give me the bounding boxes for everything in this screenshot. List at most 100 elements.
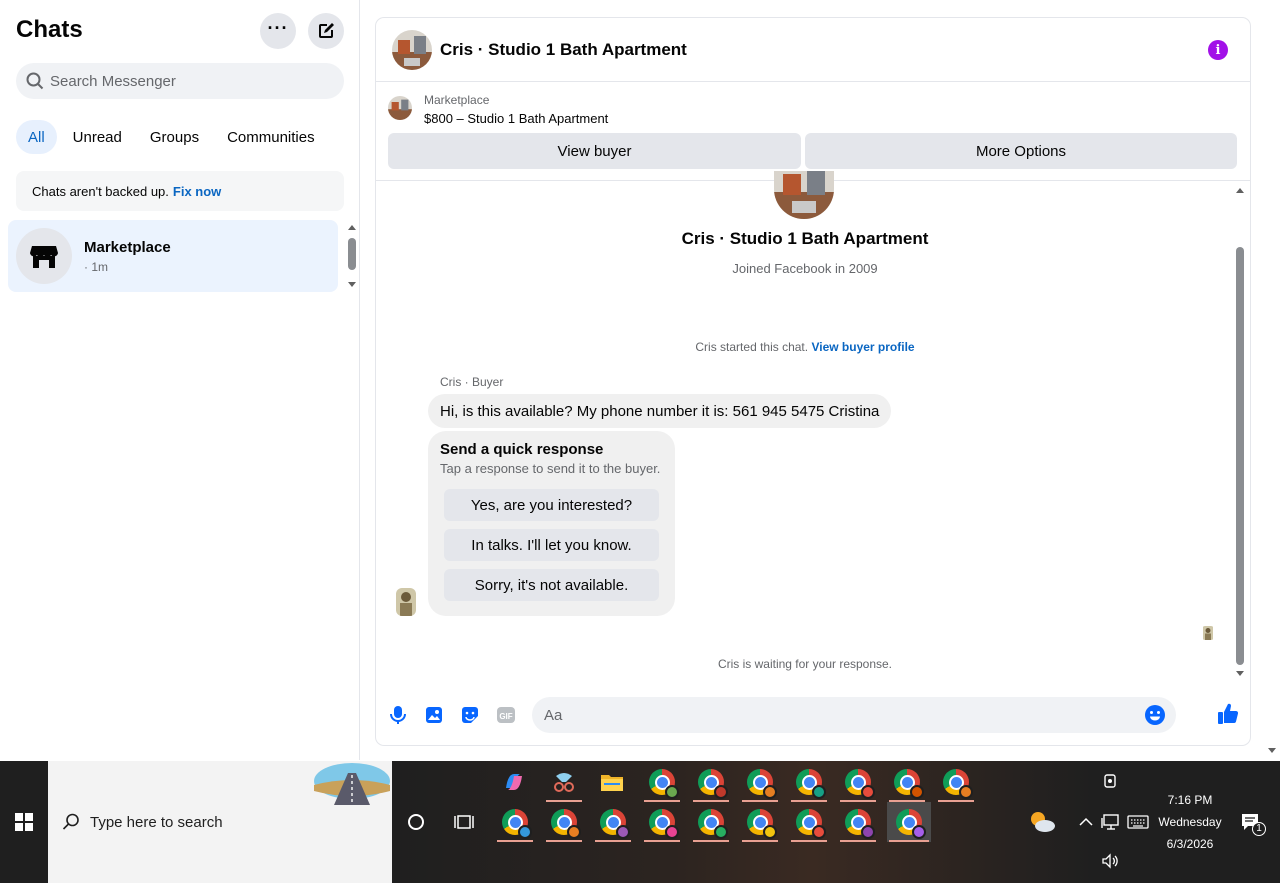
gif-icon: GIF bbox=[497, 707, 515, 723]
send-like-button[interactable] bbox=[1216, 702, 1240, 726]
sticker-icon bbox=[462, 707, 478, 723]
message-thread: Cris · Studio 1 Bath Apartment Joined Fa… bbox=[376, 171, 1250, 681]
file-explorer-app-icon[interactable] bbox=[592, 762, 632, 802]
fix-now-link[interactable]: Fix now bbox=[173, 184, 221, 199]
chat-filters: All Unread Groups Communities bbox=[16, 120, 327, 154]
chat-name: Marketplace bbox=[84, 238, 171, 256]
person-photo-icon bbox=[396, 588, 416, 616]
filter-groups[interactable]: Groups bbox=[138, 120, 211, 154]
conversation-header: Cris · Studio 1 Bath Apartment i bbox=[376, 18, 1250, 82]
chrome-app-icon-15[interactable] bbox=[838, 802, 878, 842]
search-icon bbox=[26, 72, 44, 90]
cortana-button[interactable] bbox=[396, 802, 436, 842]
folder-icon bbox=[601, 775, 623, 791]
chrome-icon bbox=[747, 809, 777, 839]
scroll-up-icon bbox=[348, 225, 356, 230]
chrome-app-icon-12[interactable] bbox=[691, 802, 731, 842]
chrome-app-icon-5[interactable] bbox=[838, 762, 878, 802]
weather-widget[interactable] bbox=[1022, 802, 1062, 842]
chrome-app-icon-9[interactable] bbox=[544, 802, 584, 842]
snipping-tool-icon bbox=[554, 773, 574, 792]
notifications-button[interactable]: 1 bbox=[1230, 802, 1270, 842]
marketplace-avatar bbox=[16, 228, 72, 284]
sender-label: Cris · Buyer bbox=[440, 375, 504, 389]
search-box[interactable] bbox=[16, 63, 344, 99]
quick-response-in-talks[interactable]: In talks. I'll let you know. bbox=[444, 529, 659, 561]
conversation-info-button[interactable]: i bbox=[1208, 40, 1228, 60]
conversation-title[interactable]: Cris · Studio 1 Bath Apartment bbox=[440, 40, 687, 60]
gif-button[interactable]: GIF bbox=[495, 704, 517, 726]
chrome-app-icon-3[interactable] bbox=[740, 762, 780, 802]
chrome-app-icon-6[interactable] bbox=[887, 762, 927, 802]
chrome-app-icon-1[interactable] bbox=[642, 762, 682, 802]
filter-unread[interactable]: Unread bbox=[61, 120, 134, 154]
buyer-profile-name: Cris · Studio 1 Bath Apartment bbox=[681, 229, 929, 248]
filter-all[interactable]: All bbox=[16, 120, 57, 154]
chrome-app-icon-7[interactable] bbox=[936, 762, 976, 802]
backup-notice: Chats aren't backed up. Fix now bbox=[16, 171, 344, 211]
emoji-icon[interactable] bbox=[1144, 704, 1166, 726]
search-input[interactable] bbox=[50, 72, 330, 90]
chrome-app-icon-13[interactable] bbox=[740, 802, 780, 842]
attach-photo-button[interactable] bbox=[423, 704, 445, 726]
buyer-profile-avatar[interactable] bbox=[774, 171, 834, 219]
conversation-avatar[interactable] bbox=[392, 29, 432, 70]
search-highlight-image-icon bbox=[314, 763, 390, 805]
taskbar-search-input[interactable] bbox=[90, 813, 290, 831]
network-icon bbox=[1101, 814, 1119, 830]
listing-price-title[interactable]: $800 – Studio 1 Bath Apartment bbox=[424, 111, 608, 126]
copilot-app-icon[interactable] bbox=[494, 762, 534, 802]
voice-clip-button[interactable] bbox=[387, 704, 409, 726]
photo-icon bbox=[426, 707, 442, 723]
filter-communities[interactable]: Communities bbox=[215, 120, 327, 154]
sidebar-scroll-thumb[interactable] bbox=[348, 238, 356, 270]
new-message-button[interactable] bbox=[308, 13, 344, 49]
snipping-tool-app-icon[interactable] bbox=[544, 762, 584, 802]
buyer-avatar-small[interactable] bbox=[396, 588, 416, 616]
clock-time[interactable]: 7:16 PM bbox=[1150, 793, 1230, 807]
message-input[interactable] bbox=[544, 706, 1144, 724]
task-view-button[interactable] bbox=[444, 802, 484, 842]
chat-started-text: Cris started this chat. bbox=[695, 340, 809, 354]
quick-response-yes[interactable]: Yes, are you interested? bbox=[444, 489, 659, 521]
copilot-icon bbox=[506, 774, 522, 790]
chat-item-marketplace[interactable]: Marketplace · 1m bbox=[8, 220, 338, 292]
chrome-app-icon-2[interactable] bbox=[691, 762, 731, 802]
quick-response-not-available[interactable]: Sorry, it's not available. bbox=[444, 569, 659, 601]
view-buyer-profile-link[interactable]: View buyer profile bbox=[811, 340, 914, 354]
task-view-icon bbox=[454, 815, 474, 829]
quick-response-title: Send a quick response bbox=[440, 441, 604, 458]
more-options-button[interactable]: ··· bbox=[260, 13, 296, 49]
volume-button[interactable] bbox=[1090, 841, 1130, 881]
chrome-app-icon-8[interactable] bbox=[495, 802, 535, 842]
chrome-app-icon-16-active[interactable] bbox=[887, 802, 931, 842]
listing-thumbnail[interactable] bbox=[388, 96, 412, 120]
chats-sidebar: Chats ··· All Unread Groups Communities … bbox=[0, 0, 360, 760]
apartment-photo-icon bbox=[774, 171, 834, 219]
keyboard-icon bbox=[1127, 815, 1149, 829]
meet-now-button[interactable] bbox=[1090, 762, 1130, 802]
start-button[interactable] bbox=[0, 761, 48, 883]
sidebar-title: Chats bbox=[16, 16, 83, 43]
chrome-app-icon-4[interactable] bbox=[789, 762, 829, 802]
message-input-box[interactable] bbox=[532, 697, 1176, 733]
thread-scrollbar[interactable] bbox=[1234, 185, 1246, 679]
chrome-app-icon-11[interactable] bbox=[642, 802, 682, 842]
chrome-app-icon-14[interactable] bbox=[789, 802, 829, 842]
sidebar-scrollbar[interactable] bbox=[346, 222, 358, 290]
more-options-listing-button[interactable]: More Options bbox=[805, 133, 1237, 169]
ellipsis-icon: ··· bbox=[267, 18, 289, 38]
chrome-app-icon-10[interactable] bbox=[593, 802, 633, 842]
clock-day[interactable]: Wednesday bbox=[1150, 815, 1230, 829]
page-scroll-down-icon[interactable] bbox=[1266, 746, 1278, 756]
clock-date[interactable]: 6/3/2026 bbox=[1150, 837, 1230, 851]
sticker-button[interactable] bbox=[459, 704, 481, 726]
chrome-icon bbox=[845, 769, 875, 799]
webcam-icon bbox=[1104, 774, 1116, 788]
chrome-icon bbox=[896, 809, 926, 839]
view-buyer-button[interactable]: View buyer bbox=[388, 133, 801, 169]
thread-scroll-thumb[interactable] bbox=[1236, 247, 1244, 665]
listing-source-label: Marketplace bbox=[424, 93, 490, 107]
message-composer: GIF bbox=[376, 693, 1250, 737]
partly-cloudy-icon bbox=[1031, 812, 1055, 832]
